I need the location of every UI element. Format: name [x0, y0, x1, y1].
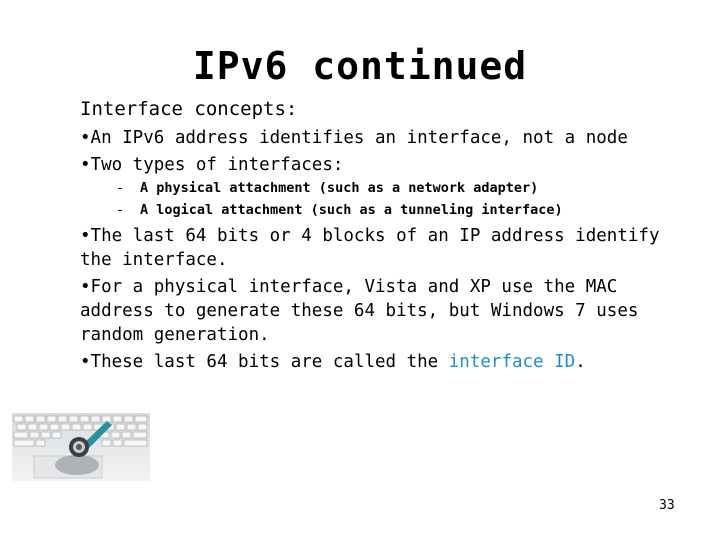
sub-item: -A physical attachment (such as a networ…: [80, 177, 700, 199]
dash-marker: -: [116, 202, 125, 218]
slide-body: Interface concepts: •An IPv6 address ide…: [80, 96, 700, 374]
interface-id-highlight: interface ID: [448, 352, 576, 372]
sub-item-text: A physical attachment (such as a network…: [140, 180, 539, 196]
bullet-text: .: [575, 352, 586, 372]
bullet-item: •For a physical interface, Vista and XP …: [80, 277, 639, 345]
laptop-stethoscope-icon: [12, 413, 150, 481]
section-heading: Interface concepts:: [80, 98, 298, 120]
sub-item: -A logical attachment (such as a tunneli…: [80, 199, 700, 221]
bullet-item: •Two types of interfaces:: [80, 155, 344, 175]
slide-title: IPv6 continued: [192, 44, 528, 88]
dash-marker: -: [116, 180, 125, 196]
laptop-stethoscope-photo: [12, 413, 150, 481]
page-number: 33: [659, 498, 675, 513]
bullet-text: •These last 64 bits are called the: [80, 352, 449, 372]
sub-item-text: A logical attachment (such as a tunnelin…: [140, 202, 563, 218]
bullet-item: •An IPv6 address identifies an interface…: [80, 128, 628, 148]
bullet-item: •The last 64 bits or 4 blocks of an IP a…: [80, 226, 660, 270]
bullet-item: •These last 64 bits are called the inter…: [80, 350, 700, 374]
